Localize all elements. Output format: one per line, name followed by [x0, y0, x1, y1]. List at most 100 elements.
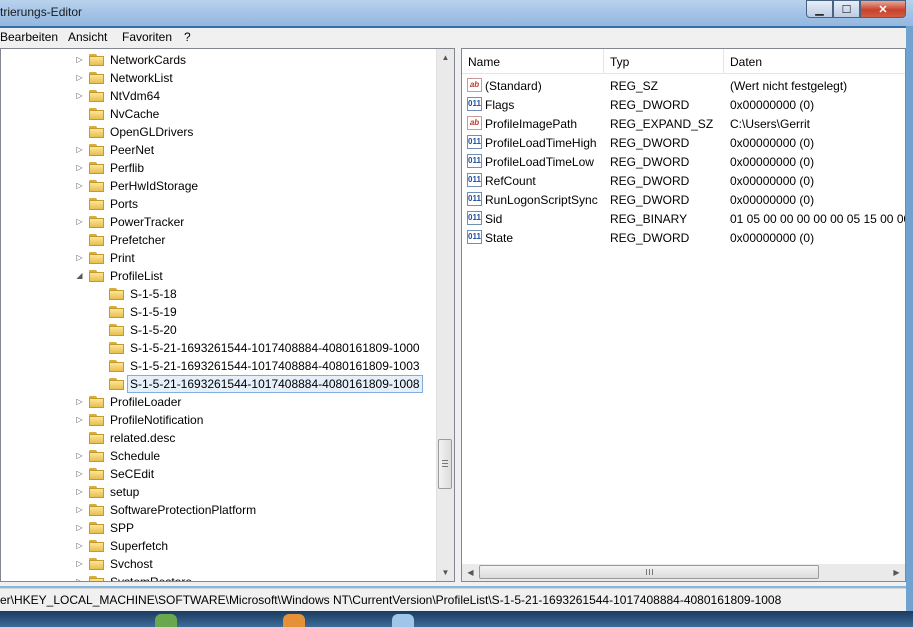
tree-item[interactable]: NvCache — [1, 105, 439, 123]
expand-arrow-icon[interactable]: ▷ — [75, 397, 84, 406]
expand-arrow-icon[interactable]: ▷ — [75, 73, 84, 82]
menu-bearbeiten[interactable]: Bearbeiten — [0, 30, 58, 44]
tree-item[interactable]: ▷ Perflib — [1, 159, 439, 177]
value-row[interactable]: 011 RefCount REG_DWORD 0x00000000 (0) — [462, 171, 905, 190]
tree-item[interactable]: ▷ PeerNet — [1, 141, 439, 159]
expand-arrow-icon[interactable] — [95, 343, 104, 352]
value-name: ProfileLoadTimeLow — [485, 155, 594, 169]
expand-arrow-icon[interactable] — [95, 307, 104, 316]
expand-arrow-icon[interactable] — [95, 361, 104, 370]
value-row[interactable]: 011 Sid REG_BINARY 01 05 00 00 00 00 00 05 … — [462, 209, 905, 228]
expand-arrow-icon[interactable]: ▷ — [75, 559, 84, 568]
values-scroll-thumb[interactable] — [479, 565, 819, 579]
menu-help[interactable]: ? — [184, 30, 191, 44]
tree-item[interactable]: S-1-5-18 — [1, 285, 439, 303]
expand-arrow-icon[interactable]: ▷ — [75, 181, 84, 190]
value-row[interactable]: ab ProfileImagePath REG_EXPAND_SZ C:\Users\… — [462, 114, 905, 133]
binary-value-icon: 011 — [467, 211, 482, 225]
tree-item[interactable]: S-1-5-21-1693261544-1017408884-408016180… — [1, 375, 439, 393]
tree-item[interactable]: ▷ SPP — [1, 519, 439, 537]
tree-item[interactable]: S-1-5-21-1693261544-1017408884-408016180… — [1, 339, 439, 357]
scroll-right-arrow-icon[interactable]: ▶ — [888, 564, 905, 581]
tree-item[interactable]: ▷ SeCEdit — [1, 465, 439, 483]
window-border-right — [906, 26, 913, 611]
column-header-name[interactable]: Name — [462, 49, 604, 73]
key-tree[interactable]: ▲ ▼ ▷ NetworkCards ▷ NetworkList ▷ NtVdm64 NvC… — [0, 48, 455, 582]
expand-arrow-icon[interactable]: ▷ — [75, 541, 84, 550]
value-row[interactable]: 011 State REG_DWORD 0x00000000 (0) — [462, 228, 905, 247]
tree-item[interactable]: S-1-5-21-1693261544-1017408884-408016180… — [1, 357, 439, 375]
tree-item[interactable]: ▷ PerHwIdStorage — [1, 177, 439, 195]
tree-item[interactable]: ▷ ProfileNotification — [1, 411, 439, 429]
tree-scroll-thumb[interactable] — [438, 439, 452, 489]
tree-item[interactable]: ▷ Schedule — [1, 447, 439, 465]
tree-item[interactable]: OpenGLDrivers — [1, 123, 439, 141]
tree-item[interactable]: ▷ NtVdm64 — [1, 87, 439, 105]
value-row[interactable]: 011 RunLogonScriptSync REG_DWORD 0x00000000… — [462, 190, 905, 209]
folder-icon — [89, 125, 105, 138]
expand-arrow-icon[interactable] — [75, 199, 84, 208]
expand-arrow-icon[interactable]: ▷ — [75, 487, 84, 496]
expand-arrow-icon[interactable]: ▷ — [75, 451, 84, 460]
tree-item-label: S-1-5-19 — [130, 305, 177, 319]
expand-arrow-icon[interactable]: ▷ — [75, 163, 84, 172]
close-button[interactable]: ✕ — [860, 0, 906, 18]
expand-arrow-icon[interactable] — [95, 379, 104, 388]
taskbar-app-icon[interactable] — [392, 614, 414, 627]
values-list[interactable]: Name Typ Daten ◀ ▶ ab (Standard) REG_SZ (We… — [461, 48, 906, 582]
tree-item[interactable]: Ports — [1, 195, 439, 213]
expand-arrow-icon[interactable] — [95, 289, 104, 298]
tree-item[interactable]: ▷ NetworkList — [1, 69, 439, 87]
expand-arrow-icon[interactable] — [75, 433, 84, 442]
value-row[interactable]: ab (Standard) REG_SZ (Wert nicht festgelegt… — [462, 76, 905, 95]
menu-favoriten[interactable]: Favoriten — [122, 30, 172, 44]
column-header-type[interactable]: Typ — [604, 49, 724, 73]
tree-item[interactable]: Prefetcher — [1, 231, 439, 249]
taskbar-app-icon[interactable] — [155, 614, 177, 627]
expand-arrow-icon[interactable]: ▷ — [75, 523, 84, 532]
expand-arrow-icon[interactable]: ▷ — [75, 217, 84, 226]
expand-arrow-icon[interactable] — [75, 109, 84, 118]
taskbar-app-icon[interactable] — [283, 614, 305, 627]
tree-item[interactable]: ◢ ProfileList — [1, 267, 439, 285]
tree-item[interactable]: ▷ PowerTracker — [1, 213, 439, 231]
expand-arrow-icon[interactable]: ▷ — [75, 55, 84, 64]
menu-ansicht[interactable]: Ansicht — [68, 30, 107, 44]
expand-arrow-icon[interactable]: ▷ — [75, 469, 84, 478]
maximize-button[interactable]: ☐ — [833, 0, 860, 18]
tree-item[interactable]: ▷ SoftwareProtectionPlatform — [1, 501, 439, 519]
value-row[interactable]: 011 ProfileLoadTimeLow REG_DWORD 0x00000000… — [462, 152, 905, 171]
expand-arrow-icon[interactable]: ▷ — [75, 415, 84, 424]
tree-item[interactable]: ▷ setup — [1, 483, 439, 501]
expand-arrow-icon[interactable] — [75, 235, 84, 244]
tree-item[interactable]: ▷ Svchost — [1, 555, 439, 573]
tree-item[interactable]: ▷ SystemRestore — [1, 573, 439, 581]
tree-item[interactable]: ▷ ProfileLoader — [1, 393, 439, 411]
collapse-arrow-icon[interactable]: ◢ — [75, 271, 84, 280]
tree-item[interactable]: related.desc — [1, 429, 439, 447]
value-row[interactable]: 011 Flags REG_DWORD 0x00000000 (0) — [462, 95, 905, 114]
minimize-button[interactable]: ▁ — [806, 0, 833, 18]
tree-item[interactable]: ▷ Superfetch — [1, 537, 439, 555]
values-horizontal-scrollbar[interactable]: ◀ ▶ — [462, 564, 905, 581]
scroll-left-arrow-icon[interactable]: ◀ — [462, 564, 479, 581]
value-row[interactable]: 011 ProfileLoadTimeHigh REG_DWORD 0x0000000… — [462, 133, 905, 152]
expand-arrow-icon[interactable]: ▷ — [75, 505, 84, 514]
expand-arrow-icon[interactable]: ▷ — [75, 145, 84, 154]
expand-arrow-icon[interactable] — [75, 127, 84, 136]
folder-icon — [89, 251, 105, 264]
expand-arrow-icon[interactable]: ▷ — [75, 577, 84, 581]
value-data: 0x00000000 (0) — [730, 155, 815, 169]
tree-item-label: S-1-5-20 — [130, 323, 177, 337]
expand-arrow-icon[interactable]: ▷ — [75, 91, 84, 100]
tree-item[interactable]: ▷ NetworkCards — [1, 51, 439, 69]
expand-arrow-icon[interactable] — [95, 325, 104, 334]
column-header-data[interactable]: Daten — [724, 49, 905, 73]
tree-item[interactable]: ▷ Print — [1, 249, 439, 267]
window-titlebar[interactable]: trierungs-Editor ▁ ☐ ✕ — [0, 0, 913, 26]
tree-item[interactable]: S-1-5-19 — [1, 303, 439, 321]
expand-arrow-icon[interactable]: ▷ — [75, 253, 84, 262]
scroll-up-arrow-icon[interactable]: ▲ — [437, 49, 454, 66]
tree-item[interactable]: S-1-5-20 — [1, 321, 439, 339]
scroll-down-arrow-icon[interactable]: ▼ — [437, 564, 454, 581]
